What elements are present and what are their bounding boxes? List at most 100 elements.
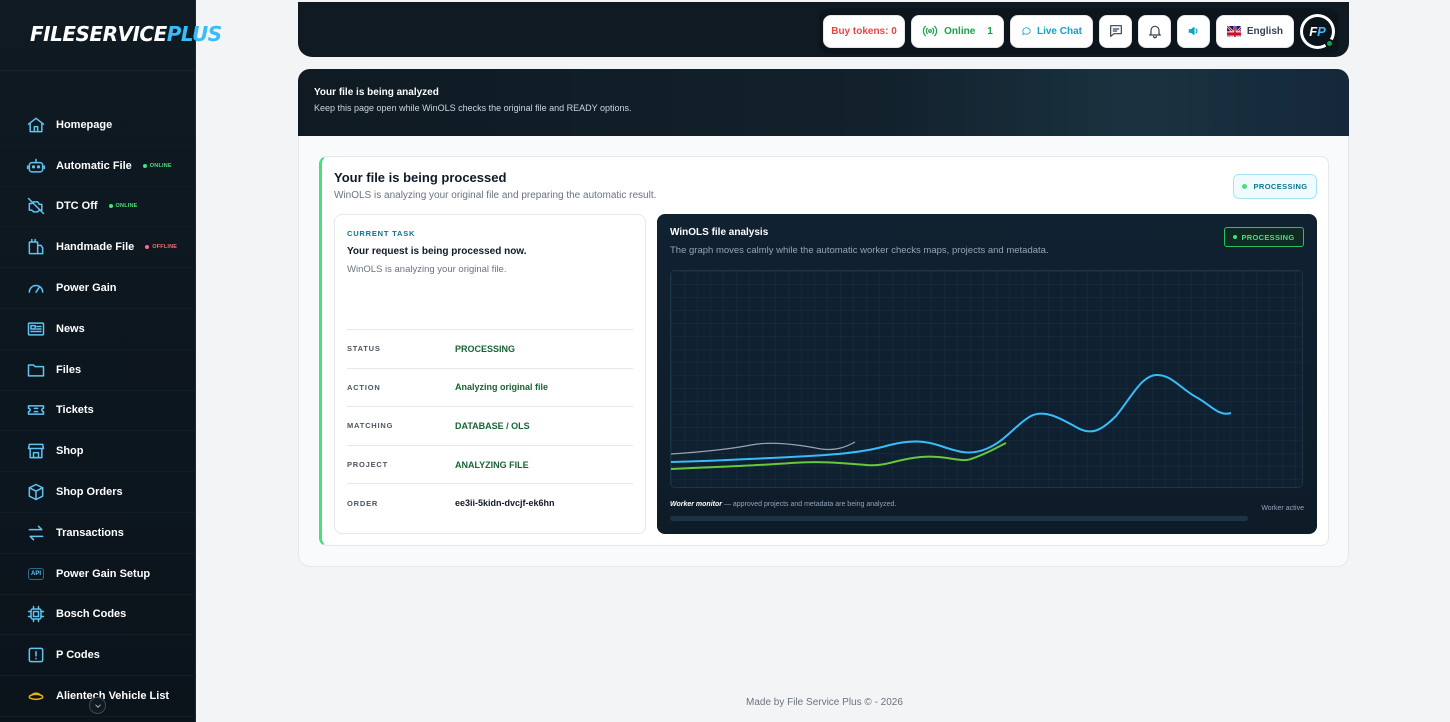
status-badge: ONLINE xyxy=(108,203,138,209)
analysis-title: WinOLS file analysis xyxy=(670,227,769,238)
sidebar-item-label: Shop xyxy=(56,445,84,458)
sidebar-item-label: Power Gain Setup xyxy=(56,567,151,580)
sidebar-item-automatic-file[interactable]: Automatic File ONLINE xyxy=(0,146,196,187)
sidebar-item-label: Homepage xyxy=(56,118,113,131)
winols-analysis-panel: WinOLS file analysis The graph moves cal… xyxy=(657,214,1317,534)
speedometer-icon xyxy=(25,277,47,299)
card-title: Your file is being processed xyxy=(334,170,507,185)
api-icon: API xyxy=(25,563,47,585)
current-task-panel: CURRENT TASK Your request is being proce… xyxy=(334,214,646,534)
status-badge: OFFLINE xyxy=(145,244,177,250)
bell-icon xyxy=(1148,25,1161,39)
brand-logo[interactable]: FILESERVICEPLUS xyxy=(30,22,222,46)
task-kicker: CURRENT TASK xyxy=(347,229,416,238)
online-count: 1 xyxy=(987,25,993,37)
box-icon xyxy=(25,481,47,503)
page-subtitle: Keep this page open while WinOLS checks … xyxy=(314,103,632,113)
online-label: Online xyxy=(944,25,976,37)
alert-icon xyxy=(25,644,47,666)
sidebar-item-homepage[interactable]: Homepage xyxy=(0,105,196,146)
sidebar-item-label: Automatic File xyxy=(56,159,132,172)
online-status-dot xyxy=(1325,38,1334,48)
sidebar-item-label: Files xyxy=(56,363,82,376)
home-icon xyxy=(25,114,47,136)
detail-value: ee3ii-5kidn-dvcjf-ek6hn xyxy=(455,498,555,509)
notifications-button[interactable] xyxy=(1138,14,1171,48)
worker-monitor-label: Worker monitor xyxy=(670,501,722,508)
live-chat-button[interactable]: Live Chat xyxy=(1010,14,1093,48)
sidebar-item-tickets[interactable]: Tickets xyxy=(0,391,196,432)
detail-row-project: PROJECT ANALYZING FILE xyxy=(347,444,633,484)
sidebar-item-label: Tickets xyxy=(56,404,94,417)
sidebar-item-news[interactable]: News xyxy=(0,309,196,350)
folder-icon xyxy=(25,359,47,381)
brand-text: FILESERVICE xyxy=(30,22,167,46)
detail-key: ACTION xyxy=(347,382,381,392)
chevron-down-icon xyxy=(94,703,101,708)
sidebar-item-shop-orders[interactable]: Shop Orders xyxy=(0,472,196,513)
sidebar-item-bosch-codes[interactable]: Bosch Codes xyxy=(0,595,196,636)
detail-key: MATCHING xyxy=(347,421,394,431)
detail-row-order: ORDER ee3ii-5kidn-dvcjf-ek6hn xyxy=(347,483,633,522)
messages-button[interactable] xyxy=(1099,14,1132,48)
broadcast-icon xyxy=(923,25,938,37)
detail-key: ORDER xyxy=(347,498,379,508)
speaker-icon xyxy=(1188,27,1197,35)
engine-off-icon xyxy=(25,195,47,217)
detail-value: ANALYZING FILE xyxy=(455,459,529,470)
transfer-icon xyxy=(25,522,47,544)
worker-progress-track xyxy=(670,516,1248,521)
sidebar-item-label: Handmade File xyxy=(56,241,135,254)
divider xyxy=(0,70,196,71)
footer-text: Made by File Service Plus © - 2026 xyxy=(746,697,903,708)
processing-card: Your file is being processed WinOLS is a… xyxy=(319,156,1329,546)
sidebar-item-power-gain[interactable]: Power Gain xyxy=(0,268,196,309)
brand-text-accent: PLUS xyxy=(166,22,222,46)
sound-toggle-button[interactable] xyxy=(1177,14,1210,48)
sidebar-item-p-codes[interactable]: P Codes xyxy=(0,635,196,677)
language-selector[interactable]: English xyxy=(1216,14,1294,48)
language-label: English xyxy=(1246,25,1283,37)
detail-value: DATABASE / OLS xyxy=(455,420,530,431)
sidebar-item-label: Bosch Codes xyxy=(56,608,127,621)
sidebar-scroll-down-button[interactable] xyxy=(89,697,106,714)
shop-icon xyxy=(25,440,47,462)
header-actions: Buy tokens: 0 Online 1 Live Chat English… xyxy=(819,8,1339,54)
sidebar-nav: Homepage Automatic File ONLINE DTC Off O… xyxy=(0,105,196,717)
task-description: WinOLS is analyzing your original file. xyxy=(347,264,507,275)
sidebar-item-label: Transactions xyxy=(56,526,124,539)
detail-row-matching: MATCHING DATABASE / OLS xyxy=(347,406,633,445)
detail-value: PROCESSING xyxy=(455,343,516,354)
live-chat-label: Live Chat xyxy=(1036,25,1082,37)
buy-tokens-button[interactable]: Buy tokens: 0 xyxy=(823,14,905,48)
sidebar-item-files[interactable]: Files xyxy=(0,350,196,391)
worker-status: Worker active xyxy=(1261,505,1304,512)
card-subtitle: WinOLS is analyzing your original file a… xyxy=(334,190,657,201)
uk-flag-icon xyxy=(1227,25,1241,37)
sidebar-item-label: Alientech Vehicle List xyxy=(56,690,170,703)
online-users-button[interactable]: Online 1 xyxy=(911,14,1004,48)
sidebar-item-shop[interactable]: Shop xyxy=(0,431,196,473)
chat-bubble-icon xyxy=(1022,27,1031,36)
sidebar-item-handmade-file[interactable]: Handmade File OFFLINE xyxy=(0,227,196,269)
page-title: Your file is being analyzed xyxy=(314,87,439,98)
detail-row-status: STATUS PROCESSING xyxy=(347,329,633,368)
sidebar-item-power-gain-setup[interactable]: API Power Gain Setup xyxy=(0,554,196,595)
newspaper-icon xyxy=(25,318,47,340)
detail-key: PROJECT xyxy=(347,460,389,470)
analysis-graph-svg xyxy=(671,271,1302,487)
ticket-icon xyxy=(25,399,47,421)
top-bar: Buy tokens: 0 Online 1 Live Chat English… xyxy=(298,2,1349,57)
sidebar-item-label: News xyxy=(56,322,85,335)
avatar[interactable]: FP xyxy=(1300,13,1335,49)
sidebar-item-dtc-off[interactable]: DTC Off ONLINE xyxy=(0,187,196,228)
worker-monitor-text: — approved projects and metadata are bei… xyxy=(722,501,897,508)
status-badge: PROCESSING xyxy=(1233,174,1317,199)
detail-row-action: ACTION Analyzing original file xyxy=(347,367,633,407)
sidebar: FILESERVICEPLUS Homepage Automatic File … xyxy=(0,0,222,722)
sidebar-item-label: Power Gain xyxy=(56,282,117,295)
sidebar-item-label: P Codes xyxy=(56,649,100,662)
detail-value: Analyzing original file xyxy=(455,382,549,393)
sidebar-item-transactions[interactable]: Transactions xyxy=(0,513,196,554)
worker-monitor: Worker monitor — approved projects and m… xyxy=(670,501,896,508)
